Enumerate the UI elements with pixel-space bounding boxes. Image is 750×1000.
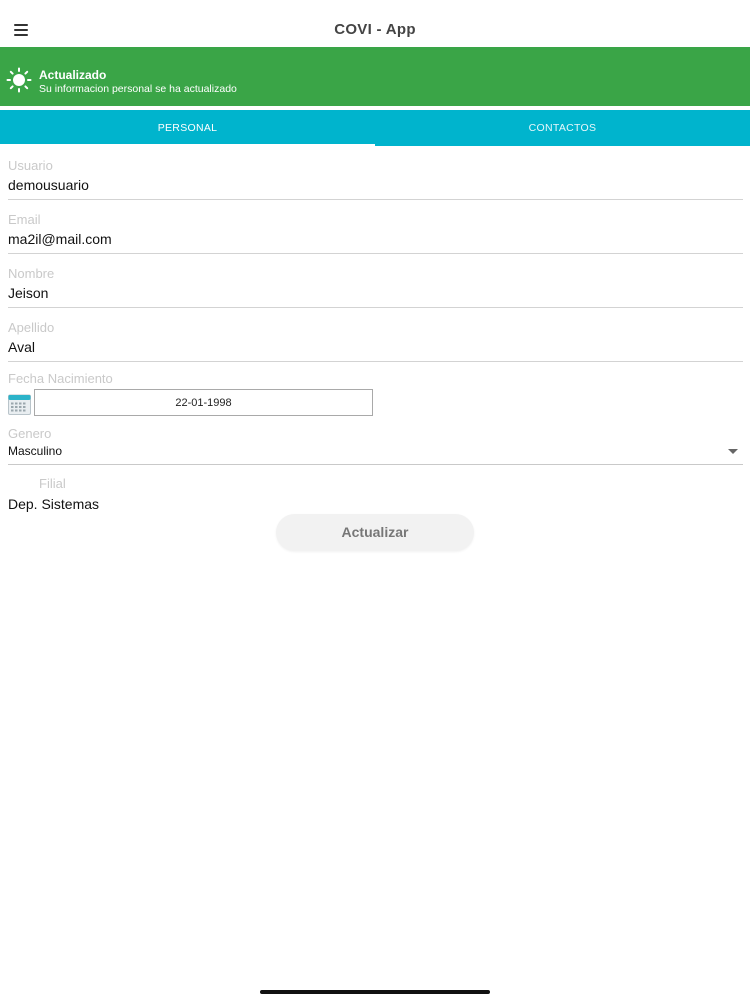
email-field: Email ma2il@mail.com [8, 212, 743, 254]
sun-icon [6, 67, 32, 93]
usuario-input[interactable]: demousuario [8, 174, 743, 200]
genero-field: Genero [8, 426, 743, 442]
genero-label: Genero [8, 426, 52, 441]
app-header: COVI - App [0, 0, 750, 47]
fecha-label: Fecha Nacimiento [8, 371, 113, 386]
nombre-field: Nombre Jeison [8, 266, 743, 308]
home-indicator [260, 990, 490, 994]
email-input[interactable]: ma2il@mail.com [8, 228, 743, 254]
chevron-down-icon [728, 449, 738, 454]
apellido-input[interactable]: Aval [8, 336, 743, 362]
tab-bar: PERSONAL CONTACTOS [0, 110, 750, 147]
email-label: Email [8, 212, 41, 227]
filial-value: Dep. Sistemas [8, 496, 100, 512]
tab-personal[interactable]: PERSONAL [0, 110, 375, 147]
toast-title: Actualizado [39, 68, 107, 82]
filial-label: Filial [39, 476, 66, 491]
apellido-label: Apellido [8, 320, 55, 335]
usuario-field: Usuario demousuario [8, 158, 743, 200]
fecha-nacimiento-input[interactable]: 22-01-1998 [34, 389, 373, 416]
nombre-label: Nombre [8, 266, 55, 281]
genero-select[interactable]: Masculino [8, 443, 743, 465]
apellido-field: Apellido Aval [8, 320, 743, 362]
fecha-field: Fecha Nacimiento [8, 371, 743, 387]
tab-contactos[interactable]: CONTACTOS [375, 110, 750, 146]
success-toast: Actualizado Su informacion personal se h… [0, 47, 750, 106]
update-button[interactable]: Actualizar [276, 514, 474, 551]
app-title: COVI - App [334, 21, 416, 38]
toast-message: Su informacion personal se ha actualizad… [39, 83, 237, 95]
calendar-icon[interactable] [8, 393, 31, 415]
nombre-input[interactable]: Jeison [8, 282, 743, 308]
usuario-label: Usuario [8, 158, 53, 173]
genero-selected: Masculino [8, 444, 63, 458]
